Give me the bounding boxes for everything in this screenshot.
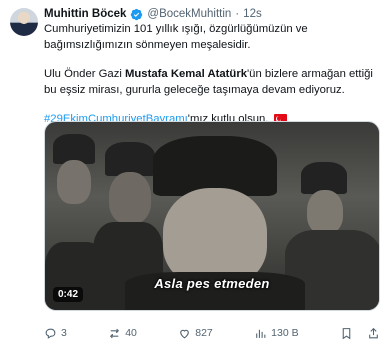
tweet[interactable]: Muhittin Böcek @BocekMuhittin · 12s Cumh… — [0, 0, 391, 344]
reply-count: 3 — [61, 327, 67, 339]
reply-icon — [45, 328, 56, 339]
tweet-text: Cumhuriyetimizin 101 yıllık ışığı, özgür… — [44, 22, 379, 128]
views-chart-icon — [256, 329, 266, 338]
paragraph-2-prefix: Ulu Önder Gazi — [44, 68, 125, 80]
author-handle[interactable]: @BocekMuhittin — [147, 7, 231, 22]
action-bar: 3 40 827 130 B — [44, 325, 380, 341]
video-player[interactable]: Asla pes etmeden 0:42 — [44, 121, 380, 311]
repost-count: 40 — [125, 327, 137, 339]
heart-icon — [180, 329, 190, 338]
verified-badge-icon — [131, 8, 143, 21]
tweet-header: Muhittin Böcek @BocekMuhittin · 12s — [44, 7, 262, 22]
share-button[interactable] — [367, 327, 380, 340]
author-name[interactable]: Muhittin Böcek — [44, 7, 126, 22]
like-count: 827 — [195, 327, 213, 339]
reply-button[interactable]: 3 — [44, 327, 67, 340]
separator-dot: · — [235, 8, 240, 20]
views-button[interactable]: 130 B — [254, 327, 299, 340]
repost-button[interactable]: 40 — [108, 327, 137, 340]
video-subtitle: Asla pes etmeden — [154, 276, 270, 291]
timestamp[interactable]: 12s — [243, 7, 262, 22]
bookmark-button[interactable] — [340, 327, 353, 340]
right-actions — [340, 327, 380, 340]
share-icon — [369, 327, 378, 338]
like-button[interactable]: 827 — [178, 327, 213, 340]
bookmark-icon — [342, 327, 351, 339]
tweet-paragraph-1: Cumhuriyetimizin 101 yıllık ışığı, özgür… — [44, 23, 308, 51]
atatürk-name: Mustafa Kemal Atatürk — [125, 68, 247, 80]
video-duration-badge: 0:42 — [53, 287, 84, 302]
view-count: 130 B — [271, 327, 299, 339]
avatar[interactable] — [10, 8, 38, 36]
tweet-paragraph-2: Ulu Önder Gazi Mustafa Kemal Atatürk'ün … — [44, 67, 379, 98]
repost-icon — [110, 328, 120, 338]
